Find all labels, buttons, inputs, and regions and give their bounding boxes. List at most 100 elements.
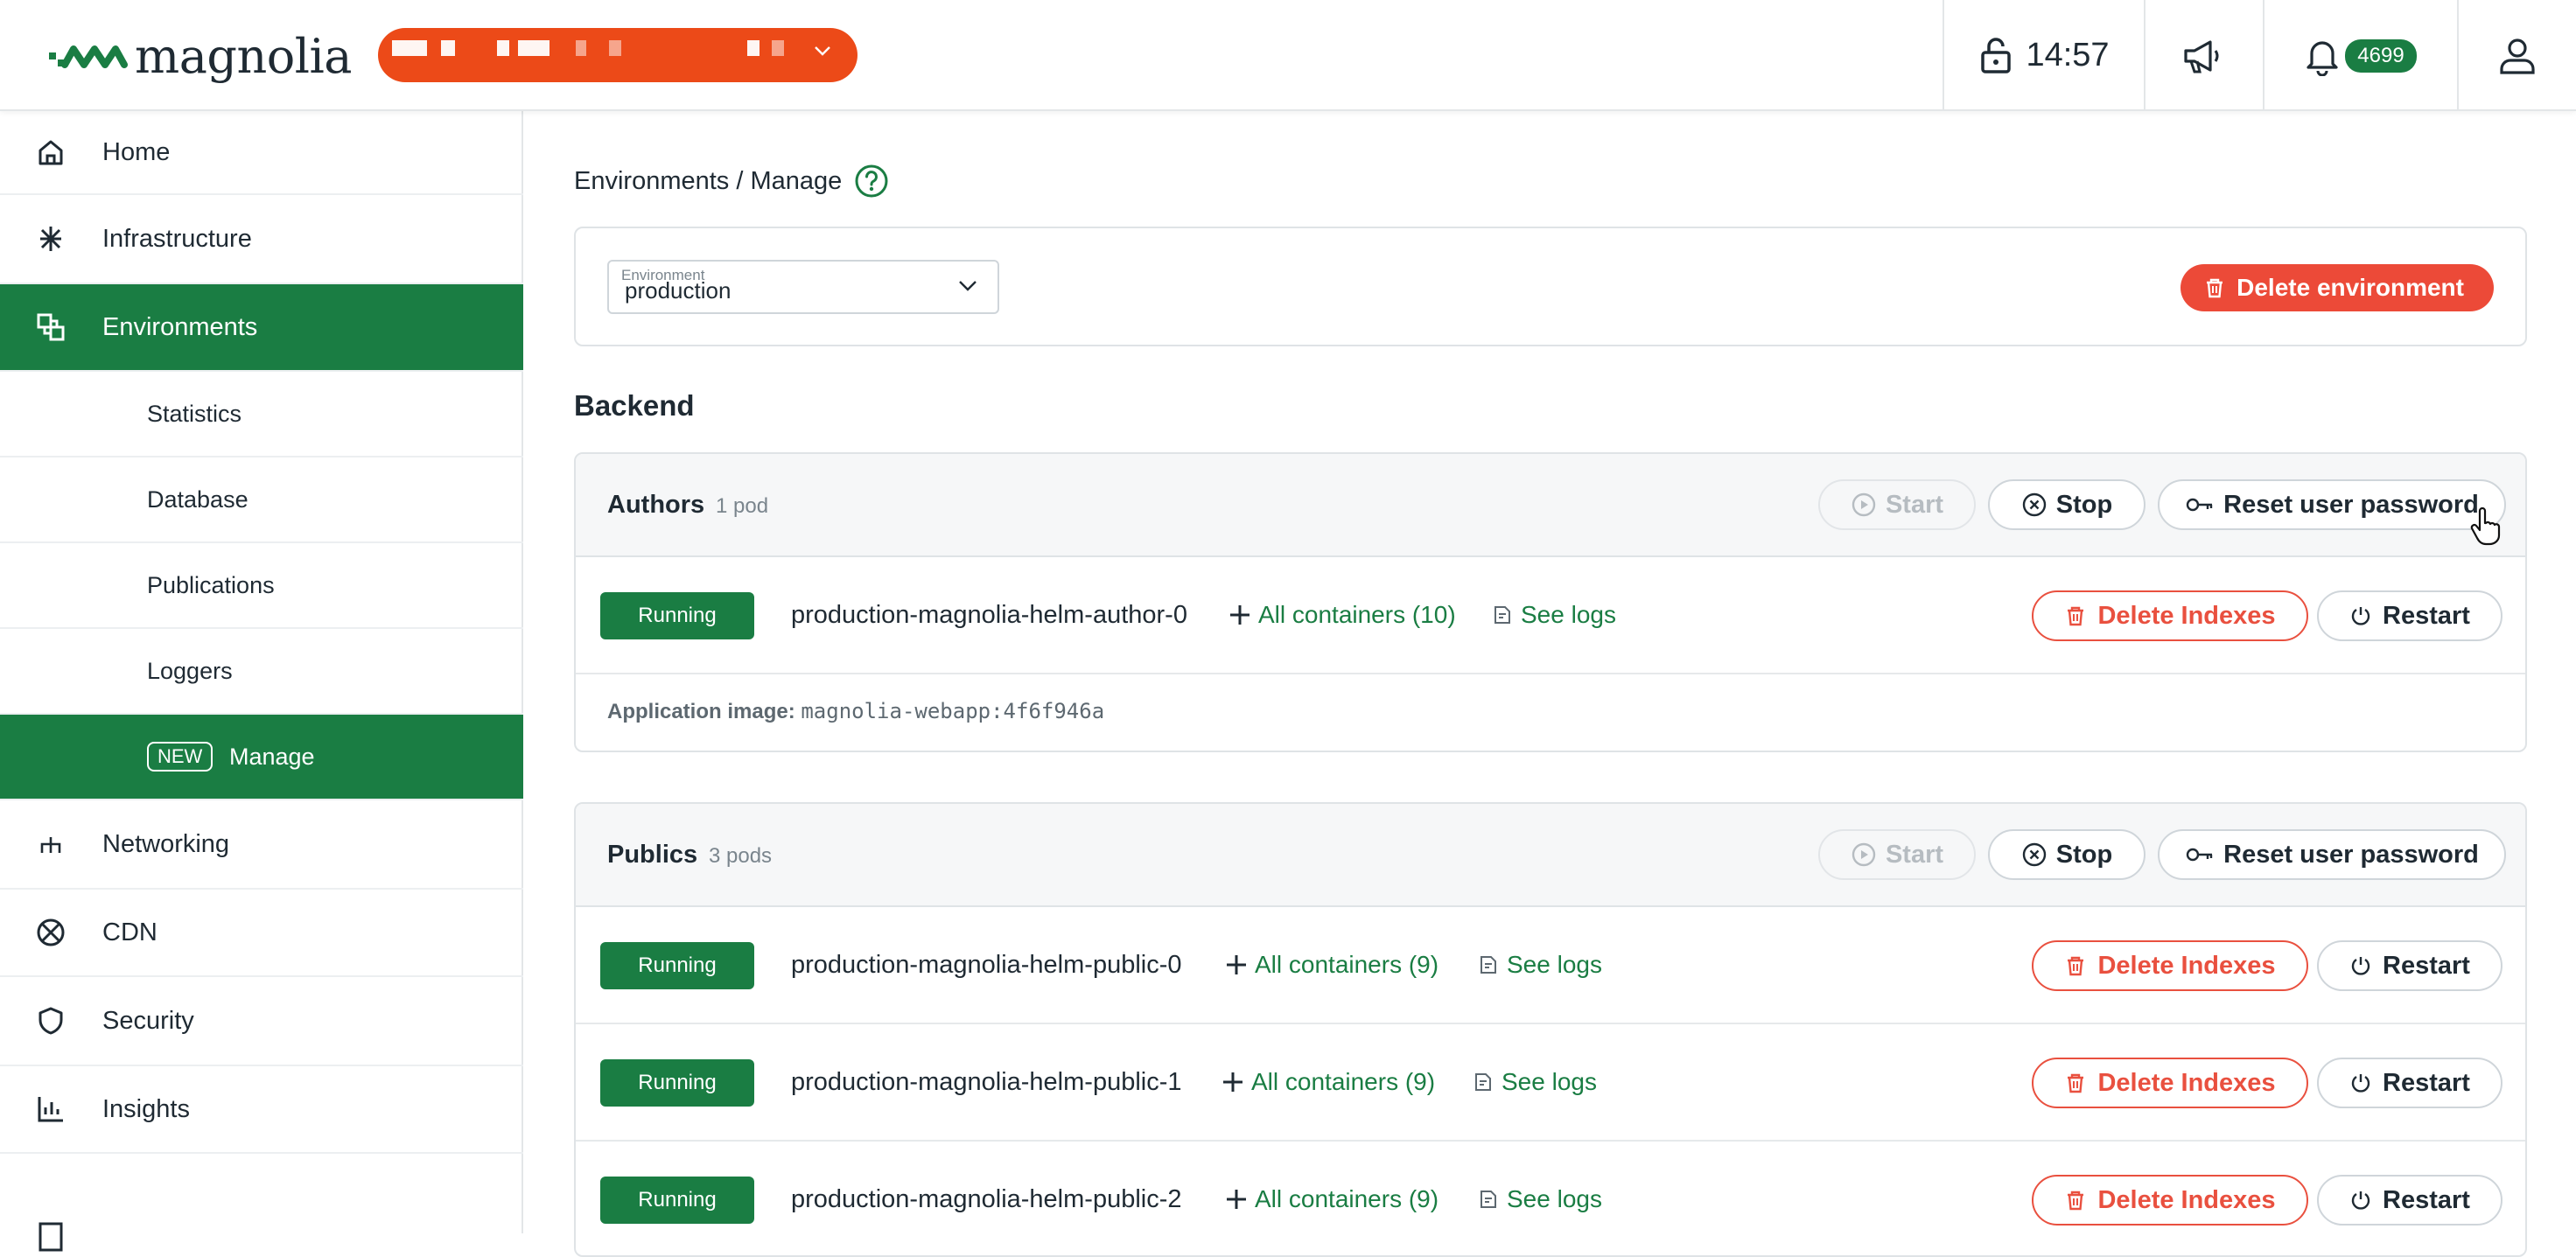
- networking-icon: [40, 837, 61, 853]
- application-image-value: magnolia-webapp:4f6f946a: [801, 699, 1105, 723]
- sidebar-item-more[interactable]: [0, 1154, 523, 1252]
- trash-icon: [2068, 1191, 2084, 1211]
- sidebar-item-database[interactable]: Database: [0, 457, 523, 543]
- all-containers-label: All containers (9): [1251, 1068, 1436, 1095]
- trash-icon: [2207, 278, 2223, 298]
- user-menu-button[interactable]: [2459, 0, 2576, 111]
- sidebar-item-statistics[interactable]: Statistics: [0, 372, 523, 457]
- trash-icon: [2068, 956, 2084, 976]
- organization-switcher[interactable]: [378, 28, 858, 82]
- trash-icon: [2068, 606, 2084, 626]
- reset-user-password-button[interactable]: Reset user password: [2158, 479, 2506, 530]
- plus-icon: [1230, 605, 1250, 625]
- sidebar-item-publications[interactable]: Publications: [0, 543, 523, 629]
- sidebar-item-label: Database: [147, 485, 248, 513]
- logo-mark-icon: [49, 45, 128, 68]
- delete-environment-label: Delete environment: [2236, 274, 2464, 301]
- environment-select[interactable]: Environment production: [607, 260, 999, 314]
- publics-group: Publics 3 pods Start Stop Reset user pas…: [574, 802, 2527, 1257]
- sidebar-item-insights[interactable]: Insights: [0, 1066, 523, 1154]
- breadcrumb: Environments / Manage: [574, 164, 889, 199]
- status-badge: Running: [600, 592, 754, 639]
- table-row: Running production-magnolia-helm-public-…: [576, 907, 2525, 1024]
- pod-name: production-magnolia-helm-public-1: [791, 1068, 1182, 1096]
- restart-button[interactable]: Restart: [2317, 1058, 2502, 1108]
- restart-button[interactable]: Restart: [2317, 940, 2502, 991]
- trash-icon: [2068, 1073, 2084, 1093]
- plus-icon: [1227, 1190, 1246, 1209]
- notifications-button[interactable]: 4699: [2264, 0, 2457, 111]
- home-icon: [38, 140, 63, 165]
- announcements-button[interactable]: [2146, 0, 2263, 111]
- stop-circle-icon: [2022, 842, 2046, 867]
- authors-group: Authors 1 pod Start Stop Reset user pass…: [574, 452, 2527, 752]
- magnolia-logo[interactable]: magnolia: [49, 28, 353, 84]
- restart-label: Restart: [2383, 1068, 2470, 1097]
- see-logs-link[interactable]: See logs: [1479, 1185, 1602, 1213]
- stop-button[interactable]: Stop: [1988, 479, 2146, 530]
- all-containers-link[interactable]: All containers (9): [1223, 1185, 1438, 1213]
- delete-indexes-label: Delete Indexes: [2097, 1185, 2276, 1214]
- restart-button[interactable]: Restart: [2317, 1175, 2502, 1226]
- restart-button[interactable]: Restart: [2317, 590, 2502, 641]
- all-containers-link[interactable]: All containers (9): [1223, 951, 1438, 979]
- table-row: Running production-magnolia-helm-author-…: [576, 557, 2525, 674]
- backend-section-title: Backend: [574, 389, 695, 422]
- sidebar-item-label: CDN: [102, 918, 158, 946]
- user-icon: [2500, 38, 2535, 74]
- log-file-icon: [1480, 956, 1496, 974]
- sidebar-item-manage[interactable]: NEW Manage: [0, 715, 523, 800]
- delete-indexes-label: Delete Indexes: [2097, 601, 2276, 630]
- stop-circle-icon: [2022, 492, 2046, 517]
- reset-user-password-button[interactable]: Reset user password: [2158, 829, 2506, 880]
- start-button[interactable]: Start: [1818, 829, 1976, 880]
- sidebar-item-label: Home: [102, 137, 171, 166]
- see-logs-label: See logs: [1507, 1185, 1602, 1212]
- sidebar-item-home[interactable]: Home: [0, 111, 523, 195]
- lock-icon: [1981, 37, 2012, 73]
- delete-environment-button[interactable]: Delete environment: [2180, 264, 2494, 311]
- log-file-icon: [1494, 606, 1510, 624]
- sidebar-item-label: Infrastructure: [102, 224, 252, 253]
- brand-name: magnolia: [135, 28, 353, 84]
- all-containers-label: All containers (9): [1255, 1185, 1439, 1212]
- stop-label: Stop: [2055, 490, 2113, 519]
- delete-indexes-button[interactable]: Delete Indexes: [2032, 1175, 2308, 1226]
- sidebar-item-networking[interactable]: Networking: [0, 800, 523, 890]
- key-icon: [2186, 498, 2213, 512]
- pod-name: production-magnolia-helm-public-0: [791, 951, 1182, 979]
- status-badge: Running: [600, 1059, 754, 1107]
- sidebar-item-loggers[interactable]: Loggers: [0, 629, 523, 715]
- notification-count-badge: 4699: [2345, 38, 2417, 73]
- status-badge: Running: [600, 1177, 754, 1224]
- start-button[interactable]: Start: [1818, 479, 1976, 530]
- start-label: Start: [1885, 490, 1944, 519]
- sidebar-item-environments[interactable]: Environments: [0, 284, 523, 372]
- sidebar-item-label: Insights: [102, 1094, 190, 1123]
- all-containers-label: All containers (10): [1258, 601, 1456, 628]
- main-content: Environments / Manage Environment produc…: [525, 111, 2576, 1257]
- sidebar-item-infrastructure[interactable]: Infrastructure: [0, 195, 523, 284]
- sidebar-item-cdn[interactable]: CDN: [0, 890, 523, 977]
- sidebar-item-security[interactable]: Security: [0, 977, 523, 1066]
- all-containers-link[interactable]: All containers (9): [1220, 1068, 1435, 1096]
- megaphone-icon: [2184, 39, 2219, 73]
- application-image-label: Application image:: [607, 700, 795, 723]
- delete-indexes-label: Delete Indexes: [2097, 1068, 2276, 1097]
- delete-indexes-button[interactable]: Delete Indexes: [2032, 590, 2308, 641]
- delete-indexes-label: Delete Indexes: [2097, 951, 2276, 980]
- see-logs-link[interactable]: See logs: [1474, 1068, 1597, 1096]
- all-containers-link[interactable]: All containers (10): [1227, 601, 1456, 629]
- see-logs-link[interactable]: See logs: [1479, 951, 1602, 979]
- table-row: Running production-magnolia-helm-public-…: [576, 1142, 2525, 1255]
- session-timer[interactable]: 14:57: [1944, 0, 2144, 111]
- see-logs-link[interactable]: See logs: [1493, 601, 1616, 629]
- help-icon[interactable]: [854, 164, 889, 199]
- stop-button[interactable]: Stop: [1988, 829, 2146, 880]
- chevron-down-icon: [815, 46, 830, 56]
- delete-indexes-button[interactable]: Delete Indexes: [2032, 1058, 2308, 1108]
- delete-indexes-button[interactable]: Delete Indexes: [2032, 940, 2308, 991]
- group-name: Publics: [607, 841, 698, 869]
- see-logs-label: See logs: [1507, 951, 1602, 978]
- environment-card: Environment production Delete environmen…: [574, 227, 2527, 346]
